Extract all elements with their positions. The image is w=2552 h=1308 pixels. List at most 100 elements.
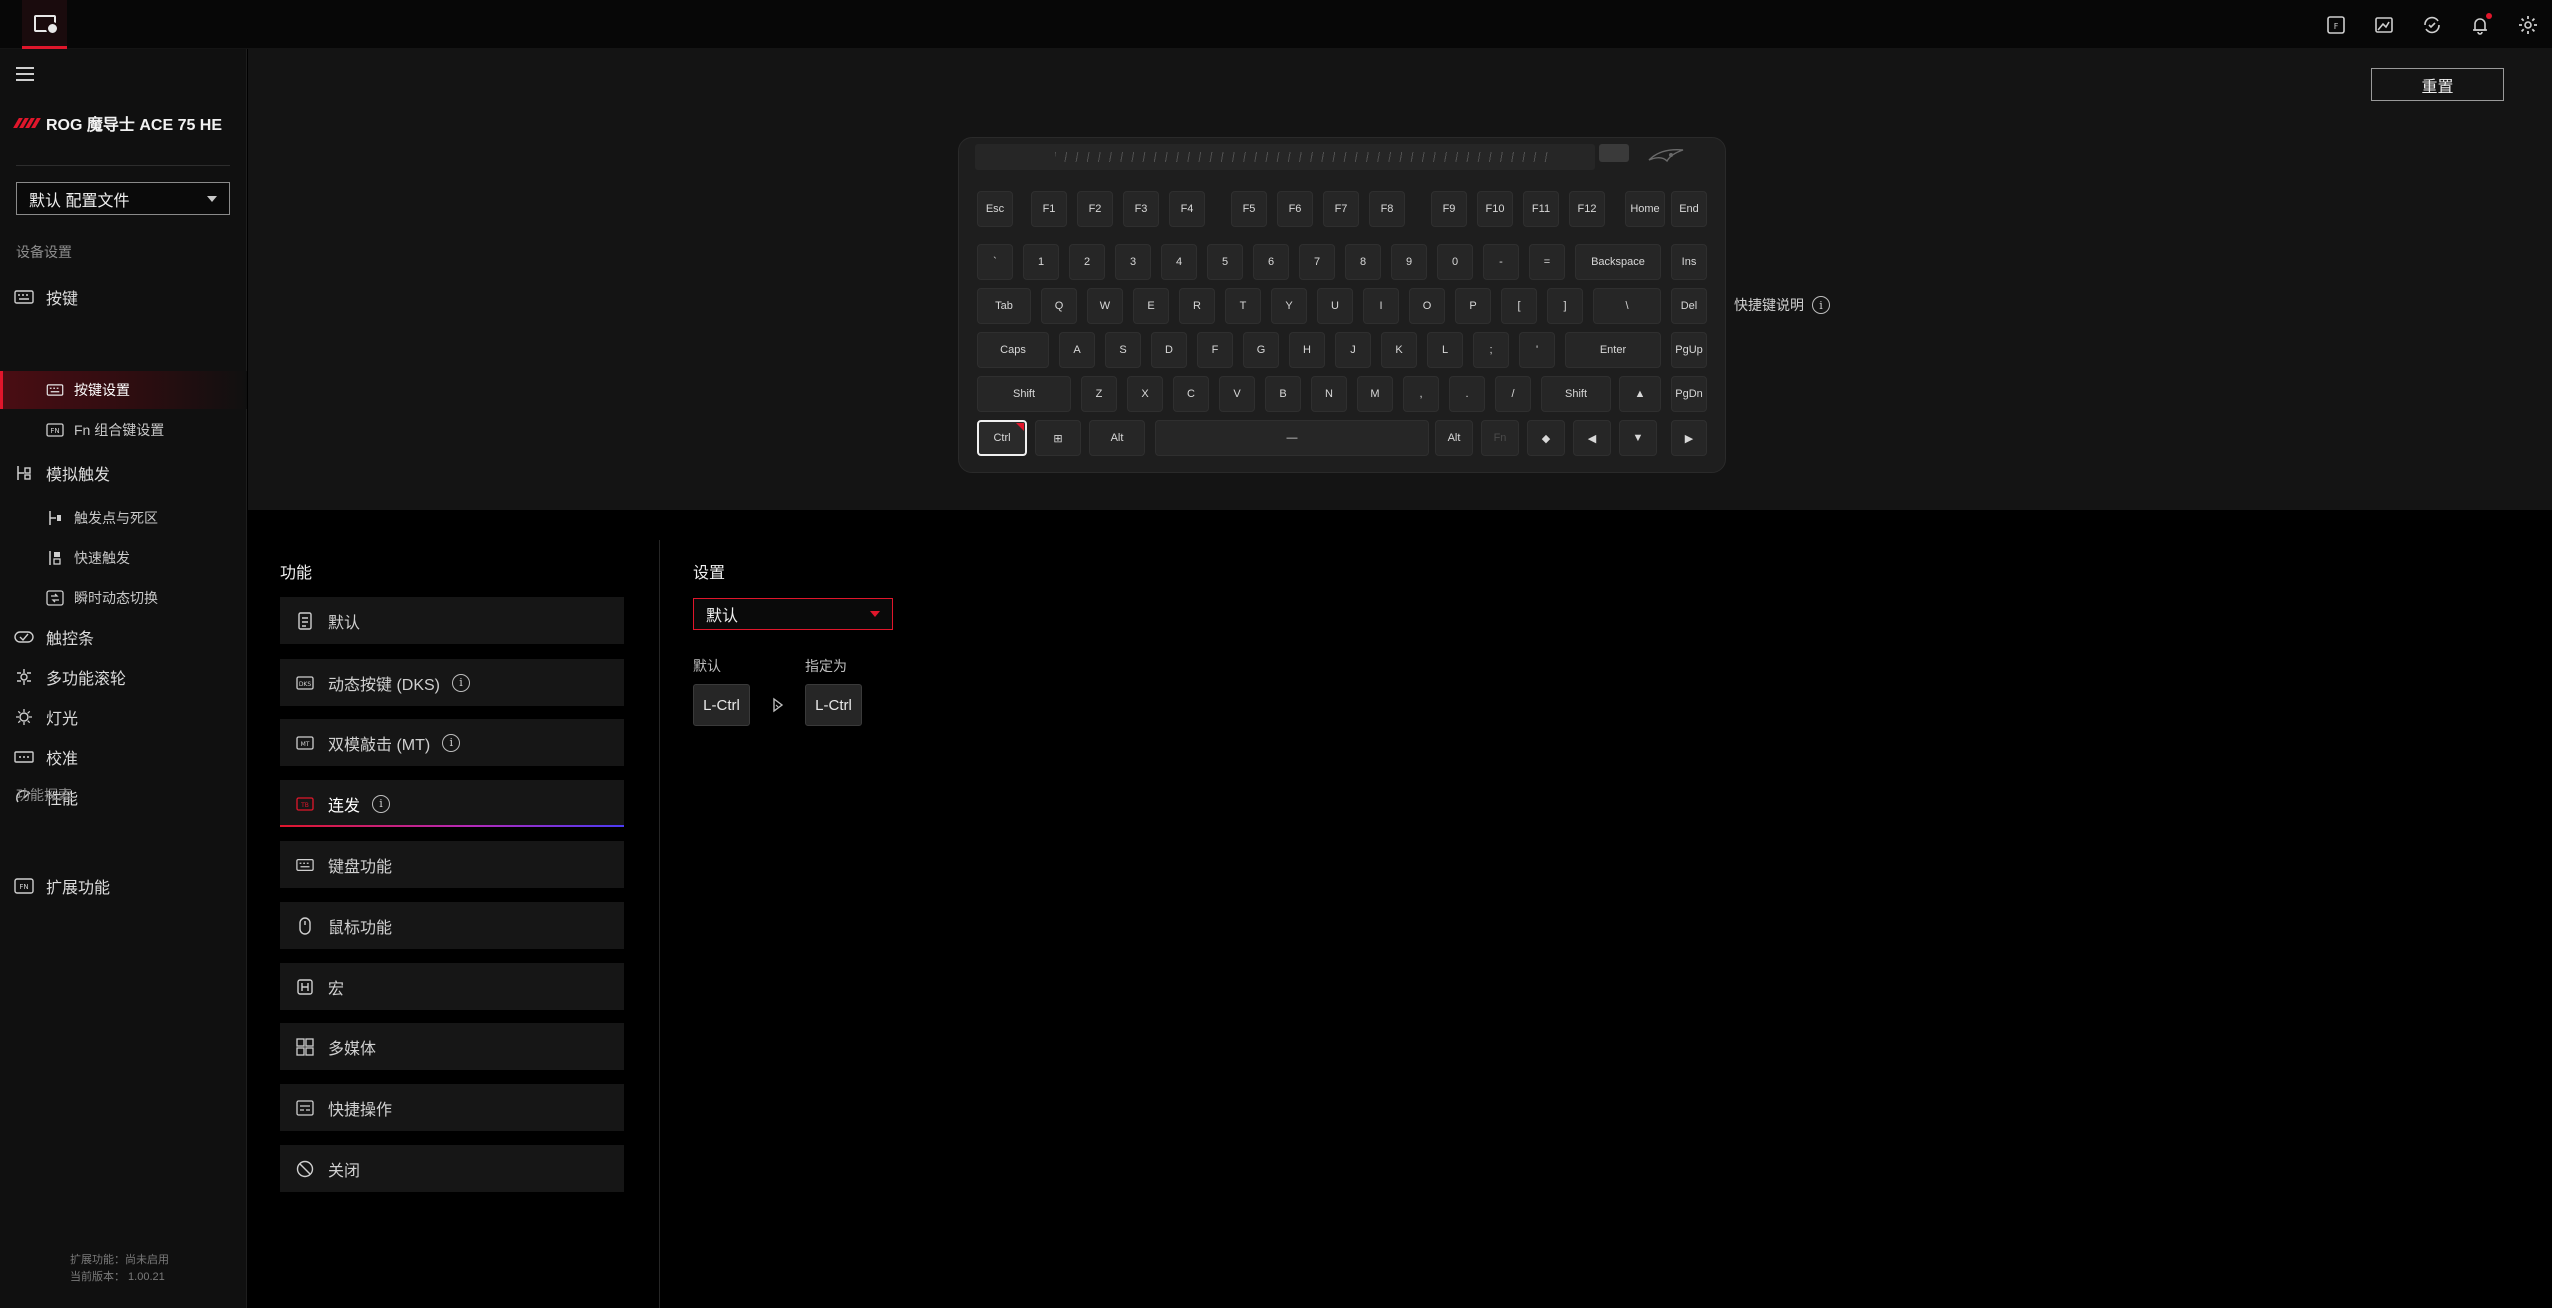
- sync-icon[interactable]: [2408, 0, 2456, 49]
- key-symbol[interactable]: -: [1483, 244, 1519, 280]
- key-symbol[interactable]: .: [1449, 376, 1485, 412]
- key-j[interactable]: J: [1335, 332, 1371, 368]
- key-symbol[interactable]: ◀: [1573, 420, 1611, 456]
- key-0[interactable]: 0: [1437, 244, 1473, 280]
- key-t[interactable]: T: [1225, 288, 1261, 324]
- key-pgup[interactable]: PgUp: [1671, 332, 1707, 368]
- settings-select[interactable]: 默认: [693, 598, 893, 630]
- key-symbol[interactable]: =: [1529, 244, 1565, 280]
- key-2[interactable]: 2: [1069, 244, 1105, 280]
- key-u[interactable]: U: [1317, 288, 1353, 324]
- function-item[interactable]: DKS 动态按键 (DKS) i: [280, 659, 624, 706]
- key-backspace[interactable]: Backspace: [1575, 244, 1661, 280]
- key-m[interactable]: M: [1357, 376, 1393, 412]
- key-k[interactable]: K: [1381, 332, 1417, 368]
- sidebar-item-fn-combo[interactable]: FN Fn 组合键设置: [0, 411, 247, 449]
- key-alt[interactable]: Alt: [1089, 420, 1145, 456]
- key-symbol[interactable]: ▼: [1619, 420, 1657, 456]
- key-3[interactable]: 3: [1115, 244, 1151, 280]
- key-symbol[interactable]: —: [1155, 420, 1429, 456]
- key-symbol[interactable]: [: [1501, 288, 1537, 324]
- key-symbol[interactable]: /: [1495, 376, 1531, 412]
- key-f7[interactable]: F7: [1323, 191, 1359, 227]
- sidebar-item-key-settings[interactable]: 按键设置: [0, 371, 247, 409]
- reset-button[interactable]: 重置: [2371, 68, 2504, 101]
- sidebar-item-calibration[interactable]: 校准: [0, 738, 247, 776]
- function-item[interactable]: 关闭: [280, 1145, 624, 1192]
- key-w[interactable]: W: [1087, 288, 1123, 324]
- function-item[interactable]: 键盘功能: [280, 841, 624, 888]
- key-f5[interactable]: F5: [1231, 191, 1267, 227]
- key-y[interactable]: Y: [1271, 288, 1307, 324]
- sidebar-item-trigger-point[interactable]: 触发点与死区: [0, 499, 247, 537]
- key-f12[interactable]: F12: [1569, 191, 1605, 227]
- info-icon[interactable]: i: [1812, 296, 1830, 314]
- fn-icon[interactable]: F: [2312, 0, 2360, 49]
- armoury-app-icon[interactable]: [22, 0, 67, 49]
- key-v[interactable]: V: [1219, 376, 1255, 412]
- key-symbol[interactable]: ': [1519, 332, 1555, 368]
- sidebar-item-scroll-wheel[interactable]: 多功能滚轮: [0, 658, 247, 696]
- function-item[interactable]: 默认: [280, 597, 624, 644]
- key-enter[interactable]: Enter: [1565, 332, 1661, 368]
- sidebar-item-touchbar[interactable]: 触控条: [0, 618, 247, 656]
- key-f3[interactable]: F3: [1123, 191, 1159, 227]
- key-x[interactable]: X: [1127, 376, 1163, 412]
- image-icon[interactable]: [2360, 0, 2408, 49]
- sidebar-item-extension[interactable]: FN 扩展功能: [0, 867, 247, 905]
- key-5[interactable]: 5: [1207, 244, 1243, 280]
- key-fn[interactable]: Fn: [1481, 420, 1519, 456]
- key-8[interactable]: 8: [1345, 244, 1381, 280]
- gear-icon[interactable]: [2504, 0, 2552, 49]
- key-c[interactable]: C: [1173, 376, 1209, 412]
- key-f9[interactable]: F9: [1431, 191, 1467, 227]
- function-item[interactable]: 宏: [280, 963, 624, 1010]
- key-g[interactable]: G: [1243, 332, 1279, 368]
- sidebar-item-snap-switch[interactable]: 瞬时动态切换: [0, 579, 247, 617]
- key-p[interactable]: P: [1455, 288, 1491, 324]
- key-del[interactable]: Del: [1671, 288, 1707, 324]
- key-4[interactable]: 4: [1161, 244, 1197, 280]
- profile-select[interactable]: 默认 配置文件: [16, 182, 230, 215]
- function-item[interactable]: TB 连发 i: [280, 780, 624, 827]
- key-symbol[interactable]: `: [977, 244, 1013, 280]
- shortcut-hint[interactable]: 快捷键说明 i: [1734, 295, 1830, 315]
- key-e[interactable]: E: [1133, 288, 1169, 324]
- key-o[interactable]: O: [1409, 288, 1445, 324]
- key-s[interactable]: S: [1105, 332, 1141, 368]
- info-icon[interactable]: i: [452, 673, 471, 692]
- key-f11[interactable]: F11: [1523, 191, 1559, 227]
- info-icon[interactable]: i: [442, 733, 461, 752]
- sidebar-item-lighting[interactable]: 灯光: [0, 698, 247, 736]
- function-item[interactable]: 鼠标功能: [280, 902, 624, 949]
- key-symbol[interactable]: ]: [1547, 288, 1583, 324]
- sidebar-item-analog-trigger[interactable]: 模拟触发: [0, 454, 247, 492]
- key-h[interactable]: H: [1289, 332, 1325, 368]
- bell-icon[interactable]: [2456, 0, 2504, 49]
- assigned-key[interactable]: L-Ctrl: [805, 684, 862, 726]
- key-alt[interactable]: Alt: [1435, 420, 1473, 456]
- info-icon[interactable]: i: [372, 794, 391, 813]
- key-f10[interactable]: F10: [1477, 191, 1513, 227]
- key-f[interactable]: F: [1197, 332, 1233, 368]
- key-symbol[interactable]: ;: [1473, 332, 1509, 368]
- key-symbol[interactable]: ,: [1403, 376, 1439, 412]
- key-symbol[interactable]: ▲: [1619, 376, 1661, 412]
- key-f8[interactable]: F8: [1369, 191, 1405, 227]
- key-end[interactable]: End: [1671, 191, 1707, 227]
- function-item[interactable]: MT 双模敲击 (MT) i: [280, 719, 624, 766]
- key-f4[interactable]: F4: [1169, 191, 1205, 227]
- key-f2[interactable]: F2: [1077, 191, 1113, 227]
- sidebar-item-rapid-trigger[interactable]: 快速触发: [0, 539, 247, 577]
- key-ctrl[interactable]: Ctrl: [977, 420, 1027, 456]
- key-symbol[interactable]: ◆: [1527, 420, 1565, 456]
- key-6[interactable]: 6: [1253, 244, 1289, 280]
- key-q[interactable]: Q: [1041, 288, 1077, 324]
- key-shift[interactable]: Shift: [1541, 376, 1611, 412]
- key-b[interactable]: B: [1265, 376, 1301, 412]
- key-shift[interactable]: Shift: [977, 376, 1071, 412]
- function-item[interactable]: 多媒体: [280, 1023, 624, 1070]
- key-r[interactable]: R: [1179, 288, 1215, 324]
- key-caps[interactable]: Caps: [977, 332, 1049, 368]
- key-symbol[interactable]: \: [1593, 288, 1661, 324]
